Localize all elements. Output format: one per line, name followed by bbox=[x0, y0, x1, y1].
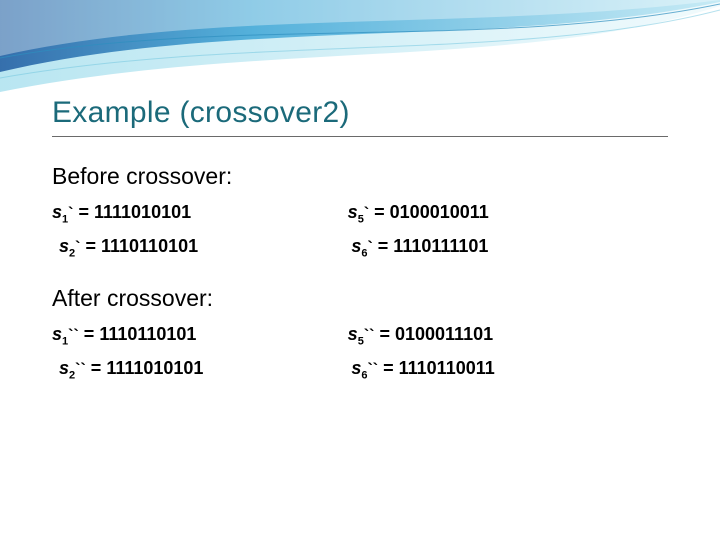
after-s5: s5`` = 0100011101 bbox=[348, 324, 644, 348]
before-s1: s1` = 1111010101 bbox=[52, 202, 348, 226]
before-s2: s2` = 1110110101 bbox=[59, 236, 351, 260]
table-row: s1` = 1111010101 s5` = 0100010011 bbox=[52, 202, 668, 226]
table-row: s2`` = 1111010101 s6`` = 1110110011 bbox=[52, 358, 668, 382]
slide-content: Example (crossover2) Before crossover: s… bbox=[0, 0, 720, 381]
table-row: s1`` = 1110110101 s5`` = 0100011101 bbox=[52, 324, 668, 348]
after-table: s1`` = 1110110101 s5`` = 0100011101 s2``… bbox=[52, 324, 668, 381]
after-s6: s6`` = 1110110011 bbox=[351, 358, 643, 382]
slide-title: Example (crossover2) bbox=[52, 96, 668, 130]
table-row: s2` = 1110110101 s6` = 1110111101 bbox=[52, 236, 668, 260]
title-underline bbox=[52, 136, 668, 137]
before-table: s1` = 1111010101 s5` = 0100010011 s2` = … bbox=[52, 202, 668, 259]
after-s1: s1`` = 1110110101 bbox=[52, 324, 348, 348]
before-s5: s5` = 0100010011 bbox=[348, 202, 644, 226]
before-heading: Before crossover: bbox=[52, 163, 668, 190]
after-heading: After crossover: bbox=[52, 285, 668, 312]
after-s2: s2`` = 1111010101 bbox=[59, 358, 351, 382]
before-s6: s6` = 1110111101 bbox=[351, 236, 643, 260]
